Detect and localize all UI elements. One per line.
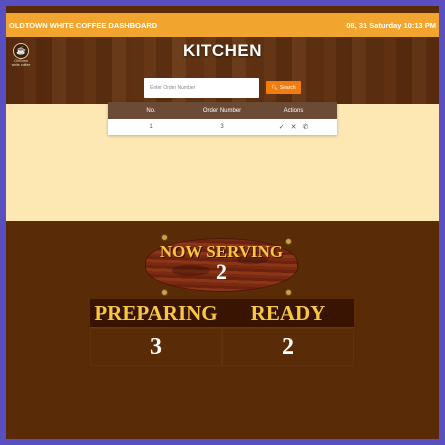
order-number-input[interactable] — [144, 78, 259, 98]
ready-number: 2 — [222, 327, 354, 366]
now-serving-number: 2 — [216, 259, 227, 284]
dashboard-title: OLDTOWN WHITE COFFEE DASHBOARD — [9, 20, 158, 30]
preparing-label: PREPARING — [90, 299, 222, 327]
table-header: No. Order Number Actions — [108, 102, 337, 119]
preparing-number: 3 — [90, 327, 222, 366]
dashboard-frame: OLDTOWN WHITE COFFEE DASHBOARD 08, 31 Sa… — [6, 6, 439, 439]
phone-icon[interactable]: ✆ — [302, 123, 308, 131]
search-button[interactable]: 🔍︎ Search — [266, 81, 301, 94]
ready-section: READY 2 — [222, 299, 354, 365]
top-bar: OLDTOWN WHITE COFFEE DASHBOARD 08, 31 Sa… — [6, 13, 439, 37]
nail-icon — [285, 289, 292, 296]
column-header-order-number: Order Number — [202, 107, 242, 114]
table-row: 1 3 ✓ ✕ ✆ — [108, 119, 337, 135]
preparing-section: PREPARING 3 — [90, 299, 222, 365]
check-icon[interactable]: ✓ — [279, 123, 285, 131]
row-no: 1 — [149, 124, 153, 130]
ready-label: READY — [222, 299, 354, 327]
column-header-actions: Actions — [283, 107, 304, 114]
page-title: KITCHEN — [182, 41, 263, 60]
search-icon: 🔍︎ — [271, 84, 278, 91]
hero-banner: ☕ OldTown white coffee KITCHEN 🔍︎ Search — [6, 37, 439, 104]
column-header-no: No. — [146, 107, 156, 114]
nail-icon — [161, 234, 168, 241]
datetime-display: 08, 31 Saturday 10:13 PM — [346, 20, 436, 30]
now-serving-sign: NOW SERVING 2 — [145, 234, 298, 296]
row-order-number: 3 — [220, 124, 224, 130]
row-actions: ✓ ✕ ✆ — [250, 123, 337, 131]
close-icon[interactable]: ✕ — [291, 123, 297, 131]
nail-icon — [161, 289, 168, 296]
orders-table: No. Order Number Actions 1 3 ✓ ✕ ✆ — [108, 102, 337, 135]
